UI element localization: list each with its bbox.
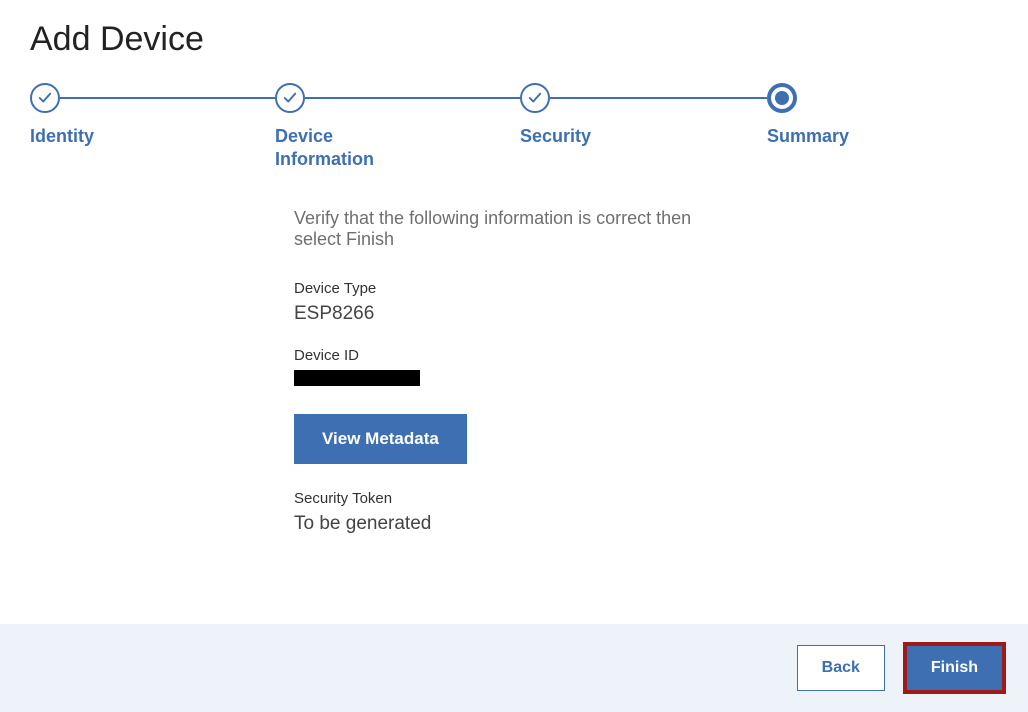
security-token-field: Security Token To be generated bbox=[294, 490, 700, 535]
step-connector bbox=[550, 97, 767, 99]
step-label: Security bbox=[520, 125, 660, 148]
device-type-value: ESP8266 bbox=[294, 303, 700, 325]
finish-highlight: Finish bbox=[903, 642, 1006, 694]
device-id-value-redacted bbox=[294, 370, 420, 386]
device-id-field: Device ID bbox=[294, 347, 700, 386]
wizard-footer: Back Finish bbox=[0, 624, 1028, 712]
instruction-text: Verify that the following information is… bbox=[294, 208, 700, 250]
step-device-information[interactable]: Device Information bbox=[275, 83, 520, 172]
current-step-icon bbox=[767, 83, 797, 113]
back-button[interactable]: Back bbox=[797, 645, 885, 691]
summary-content: Verify that the following information is… bbox=[0, 172, 700, 535]
page-title: Add Device bbox=[0, 0, 1028, 83]
security-token-value: To be generated bbox=[294, 513, 700, 535]
view-metadata-button[interactable]: View Metadata bbox=[294, 414, 467, 464]
step-label: Identity bbox=[30, 125, 170, 148]
check-circle-icon bbox=[520, 83, 550, 113]
step-summary[interactable]: Summary bbox=[767, 83, 849, 148]
check-circle-icon bbox=[275, 83, 305, 113]
device-type-label: Device Type bbox=[294, 280, 700, 297]
finish-button[interactable]: Finish bbox=[907, 646, 1002, 690]
step-connector bbox=[305, 97, 520, 99]
step-identity[interactable]: Identity bbox=[30, 83, 275, 148]
stepper: Identity Device Information Security Sum… bbox=[0, 83, 1028, 172]
step-security[interactable]: Security bbox=[520, 83, 767, 148]
step-connector bbox=[60, 97, 275, 99]
step-label: Device Information bbox=[275, 125, 415, 172]
device-type-field: Device Type ESP8266 bbox=[294, 280, 700, 325]
check-circle-icon bbox=[30, 83, 60, 113]
step-label: Summary bbox=[767, 125, 849, 148]
security-token-label: Security Token bbox=[294, 490, 700, 507]
device-id-label: Device ID bbox=[294, 347, 700, 364]
